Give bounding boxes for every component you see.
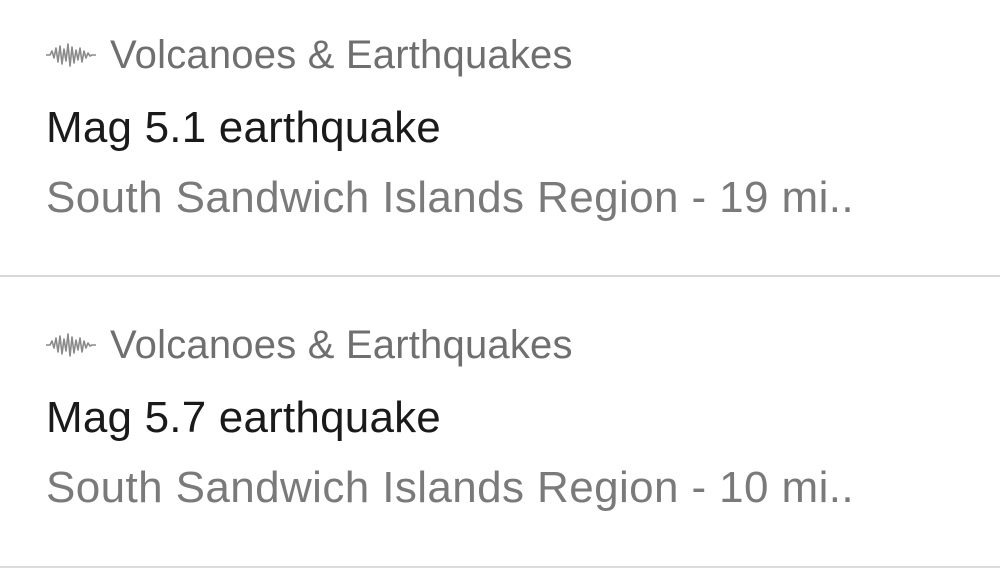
notification-item[interactable]: Volcanoes & Earthquakes Mag 5.1 earthqua… xyxy=(0,0,1000,277)
app-name: Volcanoes & Earthquakes xyxy=(110,32,573,77)
seismograph-icon xyxy=(46,332,96,358)
notification-text: South Sandwich Islands Region - 19 mi.. xyxy=(46,173,855,222)
notification-title: Mag 5.1 earthquake xyxy=(46,103,441,152)
seismograph-icon xyxy=(46,42,96,68)
app-name: Volcanoes & Earthquakes xyxy=(110,322,573,367)
notification-title: Mag 5.7 earthquake xyxy=(46,393,441,442)
notification-header: Volcanoes & Earthquakes xyxy=(46,30,573,80)
notification-list: Volcanoes & Earthquakes Mag 5.1 earthqua… xyxy=(0,0,1000,568)
notification-text: South Sandwich Islands Region - 10 mi.. xyxy=(46,463,855,512)
notification-header: Volcanoes & Earthquakes xyxy=(46,320,573,370)
notification-item[interactable]: Volcanoes & Earthquakes Mag 5.7 earthqua… xyxy=(0,277,1000,568)
